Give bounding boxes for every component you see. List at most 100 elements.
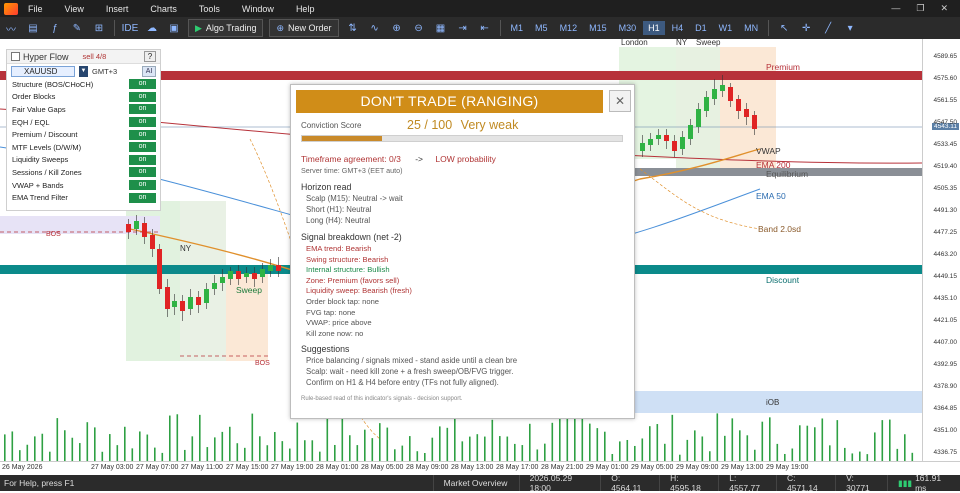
tile-icon[interactable]: ▦ (432, 20, 450, 36)
algo-trading-label: Algo Trading (205, 23, 257, 33)
conviction-bar (301, 135, 623, 142)
candle-body (212, 283, 217, 289)
price-tick: 4575.60 (933, 75, 958, 82)
toggle-button[interactable]: on (129, 104, 156, 115)
dropdown-arrow-icon[interactable]: ▼ (79, 65, 88, 77)
timeframe-m12[interactable]: M12 (555, 21, 583, 35)
breakdown-item: Internal structure: Bullish (306, 265, 390, 275)
price-tick: 4378.90 (933, 383, 958, 390)
volume-bar (244, 447, 246, 461)
timeframe-d1[interactable]: D1 (690, 21, 712, 35)
timeframe-m1[interactable]: M1 (506, 21, 529, 35)
menu-bar: File View Insert Charts Tools Window Hel… (0, 0, 960, 17)
shift-icon[interactable]: ⇤ (476, 20, 494, 36)
trade-history-icon[interactable]: ⇅ (344, 20, 362, 36)
breakdown-title: Signal breakdown (net -2) (301, 232, 402, 242)
timeframe-m15[interactable]: M15 (584, 21, 612, 35)
templates-icon[interactable]: ⊞ (90, 20, 108, 36)
price-tick: 4421.05 (933, 317, 958, 324)
volume-bar (529, 423, 531, 461)
toolbar: 〰 ▤ ƒ ✎ ⊞ IDE ☁ ▣ ▶ Algo Trading ⊕ New O… (0, 17, 960, 39)
volume-bar (124, 426, 126, 461)
ai-button[interactable]: AI (142, 65, 156, 77)
toggle-button[interactable]: on (129, 167, 156, 178)
help-button[interactable]: ? (144, 51, 156, 62)
new-order-button[interactable]: ⊕ New Order (269, 19, 339, 37)
time-tick: 28 May 21:00 (541, 464, 584, 471)
timeframe-m5[interactable]: M5 (530, 21, 553, 35)
volume-bar (401, 445, 404, 461)
scroll-icon[interactable]: ⇥ (454, 20, 472, 36)
more-tools-icon[interactable]: ▾ (841, 20, 859, 36)
algo-trading-button[interactable]: ▶ Algo Trading (188, 19, 264, 37)
timeframe-h4[interactable]: H4 (667, 21, 689, 35)
toggle-button[interactable]: on (129, 79, 156, 90)
conviction-bar-fill (302, 136, 382, 141)
volume-bar (731, 418, 734, 461)
price-tick: 4505.35 (933, 185, 958, 192)
symbol-select[interactable]: XAUUSD (11, 65, 75, 77)
volume-bar (304, 440, 306, 461)
menu-window[interactable]: Window (232, 4, 286, 14)
zoom-out-icon[interactable]: ⊖ (410, 20, 428, 36)
indicators-icon[interactable]: ƒ (46, 20, 64, 36)
volume-bar (671, 414, 674, 461)
chart-settings-icon[interactable]: ▤ (24, 20, 42, 36)
chart-type-icon[interactable]: 〰 (2, 20, 20, 36)
timeframe-w1[interactable]: W1 (714, 21, 738, 35)
volume-bar (34, 436, 36, 461)
breakdown-item: Order block tap: none (306, 297, 380, 306)
timeframe-h1[interactable]: H1 (643, 21, 665, 35)
timezone-label: GMT+3 (92, 66, 118, 76)
status-market[interactable]: Market Overview (432, 475, 519, 491)
zoom-in-icon[interactable]: ⊕ (388, 20, 406, 36)
breakdown-item: Liquidity sweep: Bearish (fresh) (306, 286, 412, 296)
menu-tools[interactable]: Tools (189, 4, 232, 14)
panel-checkbox-icon[interactable] (11, 52, 20, 61)
price-tick: 4463.20 (933, 251, 958, 258)
cursor-icon[interactable]: ↖ (775, 20, 793, 36)
toggle-button[interactable]: on (129, 117, 156, 128)
volume-bar (859, 451, 861, 461)
restore-icon[interactable]: ❐ (916, 3, 924, 14)
volume-bar (409, 436, 411, 461)
volume-bar (626, 439, 629, 461)
volume-bar (461, 441, 464, 461)
close-window-icon[interactable]: ✕ (940, 3, 948, 14)
candle-body (157, 249, 162, 289)
trendline-icon[interactable]: ╱ (819, 20, 837, 36)
toggle-button[interactable]: on (129, 192, 156, 203)
objects-icon[interactable]: ✎ (68, 20, 86, 36)
signal-icon[interactable]: ∿ (366, 20, 384, 36)
volume-bar (881, 420, 884, 461)
volume-bar (829, 445, 831, 461)
price-scale[interactable]: 4543.11 4589.65 4575.60 4561.55 4547.50 4533… (922, 39, 960, 461)
store-icon[interactable]: ▣ (165, 20, 183, 36)
toggle-button[interactable]: on (129, 180, 156, 191)
toggle-button[interactable]: on (129, 91, 156, 102)
suggestion-2: Scalp: wait - need kill zone + a fresh s… (306, 367, 514, 376)
candle-body (752, 115, 757, 129)
crosshair-icon[interactable]: ✛ (797, 20, 815, 36)
volume-bar (79, 443, 81, 461)
label-iob: iOB (766, 398, 779, 407)
menu-file[interactable]: File (18, 4, 55, 14)
timeframe-m30[interactable]: M30 (614, 21, 642, 35)
cloud-icon[interactable]: ☁ (143, 20, 161, 36)
menu-help[interactable]: Help (286, 4, 327, 14)
toggle-button[interactable]: on (129, 142, 156, 153)
toggle-button[interactable]: on (129, 154, 156, 165)
ide-icon[interactable]: IDE (121, 20, 139, 36)
volume-bar (866, 454, 869, 461)
timeframe-mn[interactable]: MN (739, 21, 763, 35)
volume-bar (491, 419, 494, 461)
close-dialog-button[interactable]: ✕ (609, 90, 631, 112)
menu-charts[interactable]: Charts (140, 4, 189, 14)
menu-view[interactable]: View (55, 4, 96, 14)
menu-insert[interactable]: Insert (96, 4, 141, 14)
status-ping: 161.91 ms (915, 473, 942, 493)
minimize-icon[interactable]: — (891, 3, 900, 14)
session-zone-left-2 (226, 269, 268, 361)
toggle-button[interactable]: on (129, 129, 156, 140)
candle-body (150, 235, 155, 249)
